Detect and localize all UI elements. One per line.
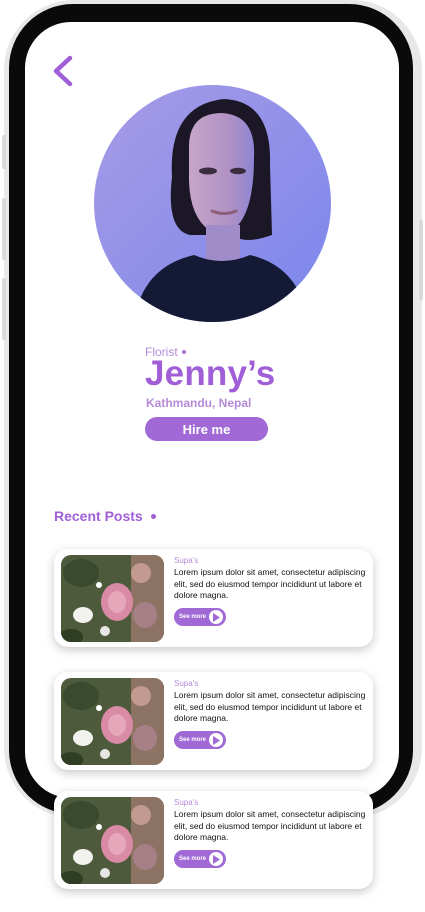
chevron-left-icon [53, 55, 73, 87]
play-icon [209, 610, 223, 624]
phone-side-button [419, 220, 423, 300]
see-more-label: See more [179, 856, 207, 862]
post-author: Supa's [174, 798, 199, 807]
recent-posts-heading: Recent Posts [54, 508, 156, 524]
phone-side-button [2, 135, 6, 169]
play-icon [209, 852, 223, 866]
post-author: Supa's [174, 679, 199, 688]
phone-side-button [2, 198, 6, 260]
post-author: Supa's [174, 556, 199, 565]
post-thumbnail [61, 555, 164, 642]
post-text: Lorem ipsum dolor sit amet, consectetur … [174, 690, 366, 723]
post-card[interactable]: Supa's Lorem ipsum dolor sit amet, conse… [54, 672, 373, 770]
phone-side-button [2, 278, 6, 340]
profile-location: Kathmandu, Nepal [146, 396, 252, 410]
post-text: Lorem ipsum dolor sit amet, consectetur … [174, 809, 366, 842]
recent-posts-title: Recent Posts [54, 508, 143, 524]
post-text: Lorem ipsum dolor sit amet, consectetur … [174, 567, 366, 600]
post-thumbnail [61, 678, 164, 765]
section-dot [150, 513, 156, 519]
avatar [94, 85, 331, 322]
see-more-label: See more [179, 614, 207, 620]
see-more-label: See more [179, 737, 207, 743]
post-thumbnail [61, 797, 164, 884]
hire-me-button[interactable]: Hire me [145, 417, 268, 441]
post-card[interactable]: Supa's Lorem ipsum dolor sit amet, conse… [54, 549, 373, 647]
see-more-button[interactable]: See more [174, 731, 226, 749]
back-button[interactable] [48, 54, 78, 88]
play-icon [209, 733, 223, 747]
profile-name: Jenny’s [145, 354, 276, 393]
see-more-button[interactable]: See more [174, 608, 226, 626]
post-card[interactable]: Supa's Lorem ipsum dolor sit amet, conse… [54, 791, 373, 889]
see-more-button[interactable]: See more [174, 850, 226, 868]
